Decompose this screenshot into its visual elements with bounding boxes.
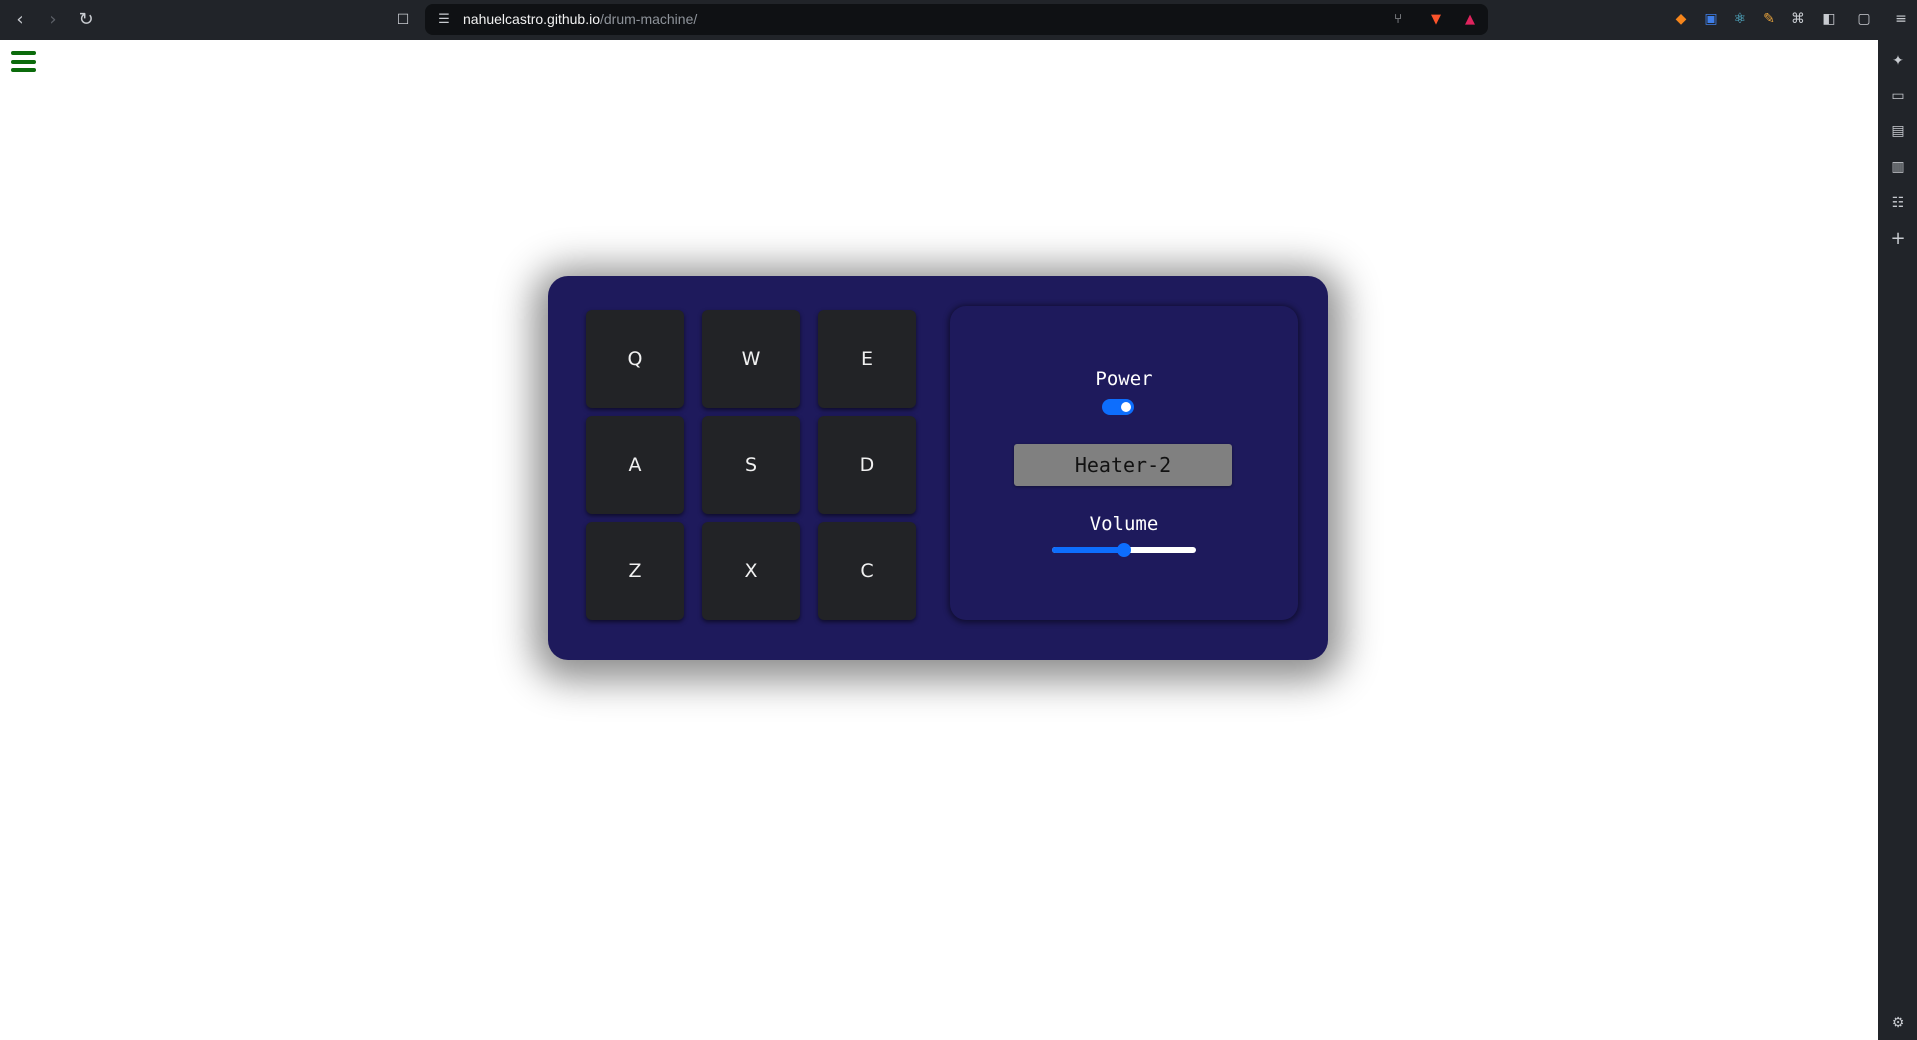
sound-display: Heater-2 <box>1014 444 1232 486</box>
volume-label: Volume <box>1089 513 1159 535</box>
reading-list-icon[interactable]: ☷ <box>1887 192 1909 214</box>
drum-pad-d[interactable]: D <box>818 416 916 514</box>
power-toggle[interactable] <box>1102 399 1134 415</box>
volume-slider-fill <box>1052 547 1124 553</box>
hamburger-menu-icon[interactable] <box>11 51 36 72</box>
url-text[interactable]: nahuelcastro.github.io/drum-machine/ <box>463 11 697 27</box>
volume-slider[interactable] <box>1052 543 1196 557</box>
drum-pad-s[interactable]: S <box>702 416 800 514</box>
back-icon[interactable]: ‹ <box>6 6 34 34</box>
react-devtools-icon[interactable]: ⚛ <box>1729 8 1751 30</box>
hamburger-bar <box>11 68 36 72</box>
media-icon[interactable]: ▭ <box>1887 85 1909 107</box>
forward-icon[interactable]: › <box>39 6 67 34</box>
sidebar-toggle-icon[interactable]: ◧ <box>1818 8 1840 30</box>
power-toggle-knob <box>1121 402 1131 412</box>
drum-pad-c[interactable]: C <box>818 522 916 620</box>
controls-panel: Power Heater-2 Volume <box>950 306 1298 620</box>
brave-rewards-icon[interactable]: ▲ <box>1459 8 1481 30</box>
metamask-extension-icon[interactable]: ◆ <box>1670 8 1692 30</box>
leo-ai-icon[interactable]: ✦ <box>1887 50 1909 72</box>
drum-pad-grid: Q W E A S D Z X C <box>586 310 920 630</box>
hamburger-bar <box>11 59 36 64</box>
drum-pad-a[interactable]: A <box>586 416 684 514</box>
hamburger-bar <box>11 51 36 55</box>
site-settings-icon[interactable]: ☰ <box>433 8 455 30</box>
address-bar[interactable]: ☰ nahuelcastro.github.io/drum-machine/ ⑂… <box>425 4 1488 35</box>
add-panel-icon[interactable]: + <box>1887 227 1909 249</box>
drum-pad-q[interactable]: Q <box>586 310 684 408</box>
drum-pad-x[interactable]: X <box>702 522 800 620</box>
volume-slider-thumb[interactable] <box>1117 543 1131 557</box>
power-label: Power <box>1095 368 1153 390</box>
url-domain: nahuelcastro.github.io <box>463 11 600 27</box>
settings-gear-icon[interactable]: ⚙ <box>1887 1012 1909 1034</box>
share-icon[interactable]: ⑂ <box>1387 8 1409 30</box>
drum-pad-z[interactable]: Z <box>586 522 684 620</box>
drum-pad-e[interactable]: E <box>818 310 916 408</box>
extensions-puzzle-icon[interactable]: ⌘ <box>1787 8 1809 30</box>
pencil-extension-icon[interactable]: ✎ <box>1758 8 1780 30</box>
brave-shields-icon[interactable]: ▼ <box>1425 8 1447 30</box>
wallet-icon[interactable]: ▢ <box>1853 8 1875 30</box>
bitwarden-extension-icon[interactable]: ▣ <box>1700 8 1722 30</box>
drum-machine: Q W E A S D Z X C Power Heater-2 Volume <box>548 276 1328 660</box>
wallet-side-icon[interactable]: ▤ <box>1887 120 1909 142</box>
url-path: /drum-machine/ <box>600 11 698 27</box>
browser-toolbar: ‹ › ↻ ☐ ☰ nahuelcastro.github.io/drum-ma… <box>0 0 1917 40</box>
menu-icon[interactable]: ≡ <box>1890 8 1912 30</box>
bookmarks-side-icon[interactable]: ▥ <box>1887 156 1909 178</box>
drum-pad-w[interactable]: W <box>702 310 800 408</box>
bookmark-icon[interactable]: ☐ <box>389 6 417 34</box>
browser-side-panel: ✦ ▭ ▤ ▥ ☷ + ⚙ <box>1878 40 1917 1040</box>
reload-icon[interactable]: ↻ <box>72 6 100 34</box>
